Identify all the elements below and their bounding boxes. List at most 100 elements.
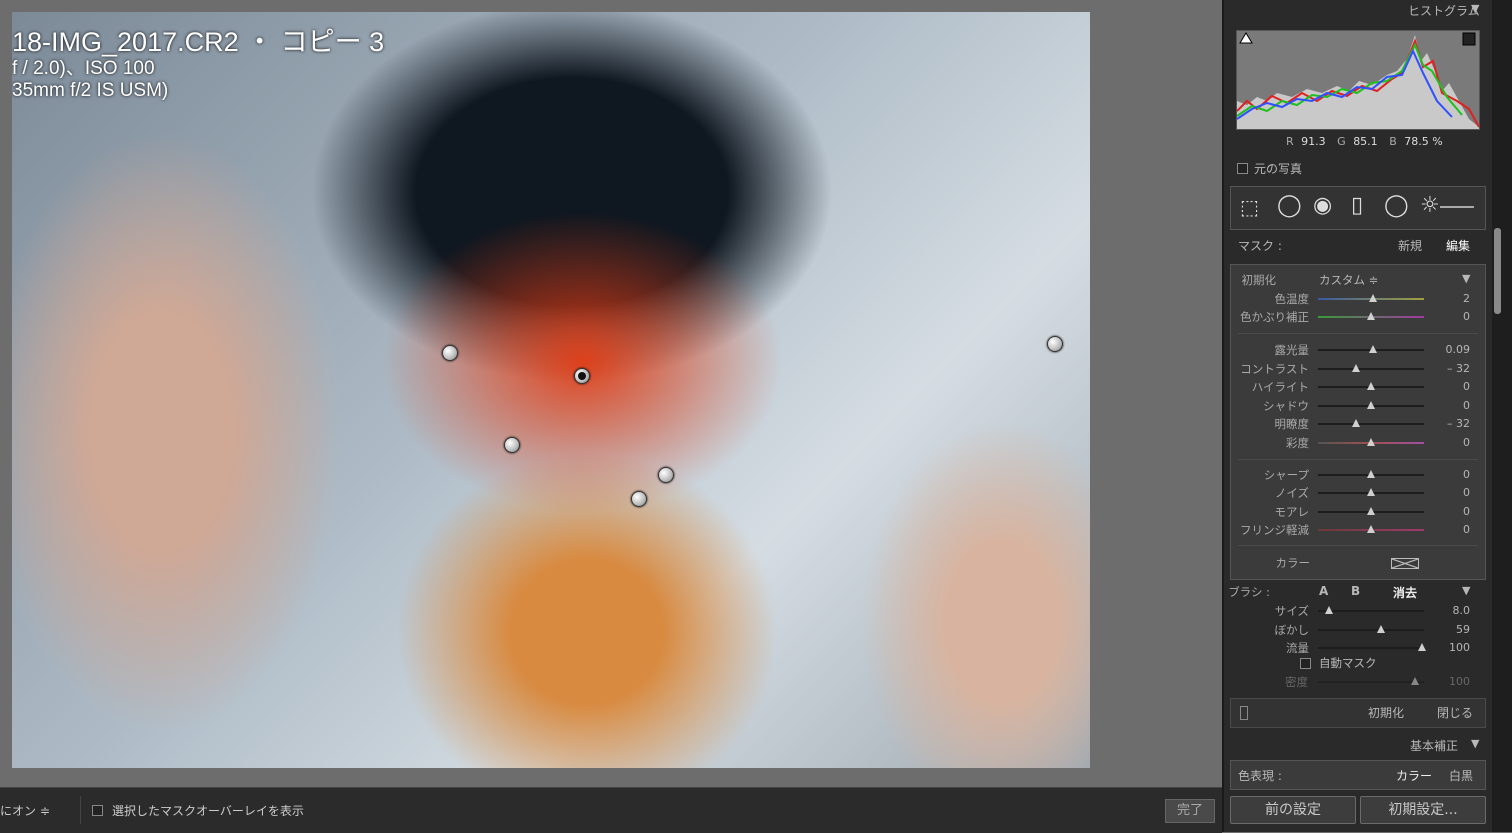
slider-knob[interactable] <box>1367 524 1375 533</box>
slider-knob[interactable] <box>1417 643 1426 651</box>
auto-mask-label: 自動マスク <box>1319 656 1377 670</box>
slider-value: 0 <box>1463 522 1470 536</box>
slider-label: コントラスト <box>1240 361 1309 376</box>
slider-knob[interactable] <box>1367 488 1375 497</box>
mask-close-button[interactable]: 閉じる <box>1437 704 1473 721</box>
slider-track[interactable] <box>1318 628 1424 631</box>
brush-pin-active[interactable] <box>574 368 590 384</box>
brush-pin[interactable] <box>504 437 520 453</box>
mask-label: マスク : <box>1238 239 1282 253</box>
histogram-svg <box>1237 32 1479 129</box>
slider-label: 色温度 <box>1274 292 1310 306</box>
color-label: カラー <box>1275 556 1311 570</box>
brush-pin[interactable] <box>1047 336 1063 352</box>
auto-mask-checkbox[interactable] <box>1300 658 1311 669</box>
scrollbar-thumb[interactable] <box>1494 228 1501 314</box>
slider-value: 0 <box>1463 486 1470 500</box>
slider-knob[interactable] <box>1369 345 1378 353</box>
slider-label: モアレ <box>1274 504 1310 519</box>
spot-removal-icon[interactable]: ◯ <box>1277 195 1302 217</box>
exif-lens: 35mm f/2 IS USM) <box>12 80 169 101</box>
slider-knob[interactable] <box>1367 437 1375 446</box>
crop-icon[interactable]: ⬚ <box>1240 196 1259 218</box>
slider-value: – 32 <box>1447 361 1470 375</box>
density-knob[interactable] <box>1411 677 1419 685</box>
slider-label: 彩度 <box>1286 435 1309 450</box>
slider-track[interactable] <box>1318 647 1424 649</box>
effect-preset-label: 初期化 <box>1241 273 1277 287</box>
slider-knob[interactable] <box>1367 470 1375 478</box>
effect-preset-select[interactable]: カスタム ≑ <box>1319 272 1378 288</box>
toggle-switch-icon[interactable] <box>1240 706 1248 720</box>
slider-value: 0 <box>1463 435 1470 449</box>
slider-knob[interactable] <box>1367 312 1375 320</box>
brush-a-tab[interactable]: A <box>1319 584 1328 598</box>
radial-filter-icon[interactable]: ◯ <box>1384 195 1409 217</box>
slider-knob[interactable] <box>1367 400 1375 409</box>
bottom-toolbar: にオン ≑ 選択したマスクオーバーレイを表示 完了 <box>0 787 1222 833</box>
exif-filename: 18-IMG_2017.CR2 ・ コピー 3 <box>12 27 385 57</box>
photo-preview[interactable]: 18-IMG_2017.CR2 ・ コピー 3 f / 2.0)、ISO 100… <box>12 12 1090 768</box>
slider-label: シャドウ <box>1263 398 1309 413</box>
density-slider[interactable] <box>1318 681 1424 683</box>
slider-label: ぼかし <box>1274 622 1310 637</box>
mask-reset-button[interactable]: 初期化 <box>1368 704 1404 721</box>
slider-knob[interactable] <box>1367 506 1375 515</box>
exif-exposure: f / 2.0)、ISO 100 <box>12 58 155 79</box>
done-button[interactable]: 完了 <box>1165 799 1215 823</box>
treatment-color-option[interactable]: カラー <box>1396 767 1432 784</box>
slider-knob[interactable] <box>1352 363 1361 372</box>
overlay-mode-select[interactable]: にオン ≑ <box>0 802 50 819</box>
brush-pin[interactable] <box>658 467 674 483</box>
slider-value: 100 <box>1449 641 1470 654</box>
slider-value: 0 <box>1463 468 1470 481</box>
slider-knob[interactable] <box>1352 419 1361 427</box>
slider-value: 8.0 <box>1452 604 1471 617</box>
section-divider <box>1238 545 1478 546</box>
original-photo-checkbox[interactable] <box>1237 163 1248 174</box>
slider-track[interactable] <box>1318 423 1424 425</box>
slider-value: 59 <box>1456 622 1470 636</box>
histogram-readout: R 91.3 G 85.1 B 78.5 % <box>1286 135 1443 148</box>
slider-track[interactable] <box>1318 367 1424 370</box>
slider-value: 0 <box>1463 380 1470 393</box>
panel-scrollbar[interactable] <box>1492 0 1512 832</box>
treatment-bw-option[interactable]: 白黒 <box>1449 767 1473 784</box>
slider-knob[interactable] <box>1369 294 1378 302</box>
effect-collapse-icon[interactable]: ▼ <box>1462 272 1470 285</box>
mask-edit-button[interactable]: 編集 <box>1446 237 1470 254</box>
slider-knob[interactable] <box>1324 606 1333 614</box>
basic-panel-title[interactable]: 基本補正 <box>1410 737 1458 754</box>
basic-collapse-icon[interactable]: ▼ <box>1471 737 1479 750</box>
brush-pin[interactable] <box>442 345 458 361</box>
toolbar-divider <box>80 796 81 824</box>
slider-value: – 32 <box>1447 417 1470 430</box>
red-eye-icon[interactable]: ◉ <box>1313 195 1332 217</box>
exif-info-overlay: 18-IMG_2017.CR2 ・ コピー 3 f / 2.0)、ISO 100… <box>12 26 384 102</box>
mask-new-button[interactable]: 新規 <box>1398 237 1422 254</box>
collapse-triangle-icon[interactable]: ▼ <box>1471 2 1479 15</box>
brush-tool-line <box>1440 206 1474 208</box>
slider-value: 2 <box>1463 292 1470 305</box>
slider-value: 0 <box>1463 398 1470 412</box>
slider-label: サイズ <box>1274 604 1309 618</box>
color-swatch[interactable] <box>1391 558 1419 569</box>
brush-erase-tab[interactable]: 消去 <box>1393 584 1417 601</box>
graduated-filter-icon[interactable]: ▯ <box>1351 195 1363 217</box>
density-value: 100 <box>1449 675 1470 688</box>
section-divider <box>1238 333 1478 334</box>
slider-knob[interactable] <box>1367 382 1375 390</box>
adjustment-brush-icon[interactable]: ☼ <box>1420 195 1440 217</box>
brush-pin[interactable] <box>631 491 647 507</box>
slider-label: 明瞭度 <box>1274 417 1310 431</box>
slider-label: フリンジ軽減 <box>1240 522 1309 537</box>
previous-settings-button[interactable]: 前の設定 <box>1230 796 1356 824</box>
histogram-graph <box>1236 30 1480 130</box>
reset-settings-button[interactable]: 初期設定... <box>1360 796 1486 824</box>
brush-collapse-icon[interactable]: ▼ <box>1462 584 1470 597</box>
histogram-title: ヒストグラム <box>1408 4 1480 18</box>
show-overlay-checkbox[interactable] <box>92 805 103 816</box>
brush-b-tab[interactable]: B <box>1351 584 1360 598</box>
slider-track[interactable] <box>1318 610 1424 612</box>
slider-knob[interactable] <box>1376 624 1385 633</box>
